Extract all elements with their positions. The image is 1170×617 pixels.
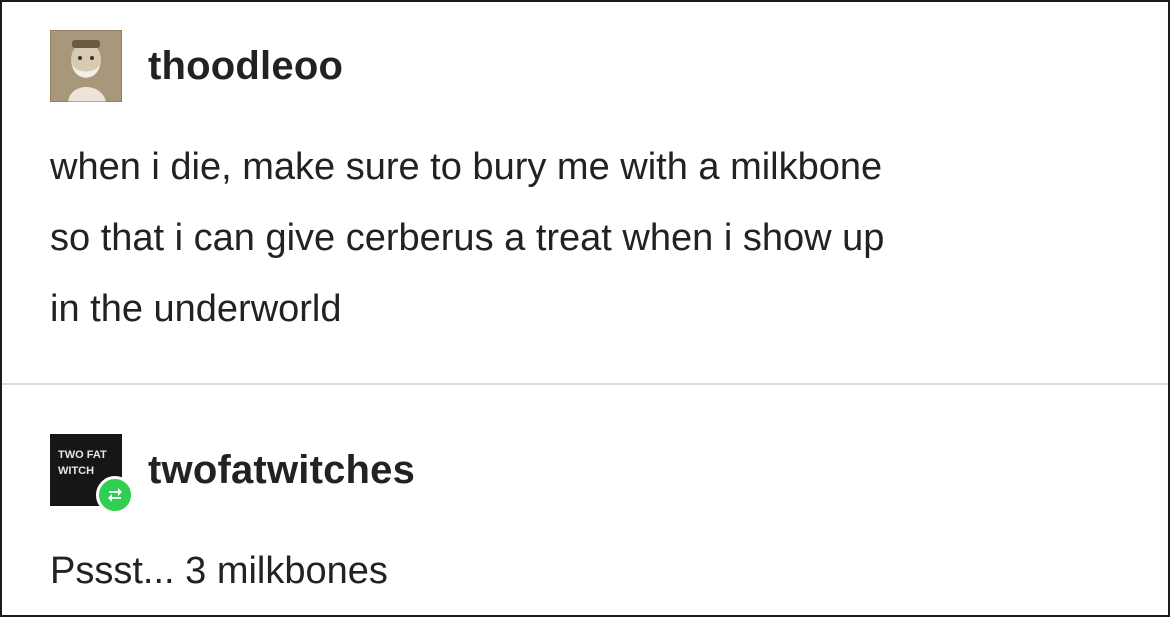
original-post: thoodleoo when i die, make sure to bury … xyxy=(2,2,1168,384)
logo-avatar-icon[interactable]: TWO FAT WITCH xyxy=(50,434,134,514)
reblog-icon xyxy=(96,476,134,514)
post-body-line: so that i can give cerberus a treat when… xyxy=(50,217,885,259)
username[interactable]: thoodleoo xyxy=(148,44,343,89)
post-divider xyxy=(2,383,1168,385)
post-header: TWO FAT WITCH twofatwitches xyxy=(50,434,415,514)
avatar-logo-text: TWO FAT xyxy=(58,449,107,461)
post-body-line: when i die, make sure to bury me with a … xyxy=(50,146,883,188)
avatar-logo-text: WITCH xyxy=(58,465,94,477)
post-body-line: in the underworld xyxy=(50,288,342,330)
post-body: Pssst... 3 milkbones xyxy=(50,536,388,607)
post-body-line: Pssst... 3 milkbones xyxy=(50,550,388,592)
username[interactable]: twofatwitches xyxy=(148,448,415,493)
post-header: thoodleoo xyxy=(50,30,343,102)
screenshot-frame: thoodleoo when i die, make sure to bury … xyxy=(0,0,1170,617)
reblog-post: TWO FAT WITCH twofatwitches Pssst... 3 m… xyxy=(2,386,1168,615)
portrait-avatar-art xyxy=(50,30,122,102)
post-body: when i die, make sure to bury me with a … xyxy=(50,132,1150,345)
reblog-arrows xyxy=(108,488,122,502)
portrait-avatar-icon[interactable] xyxy=(50,30,122,102)
